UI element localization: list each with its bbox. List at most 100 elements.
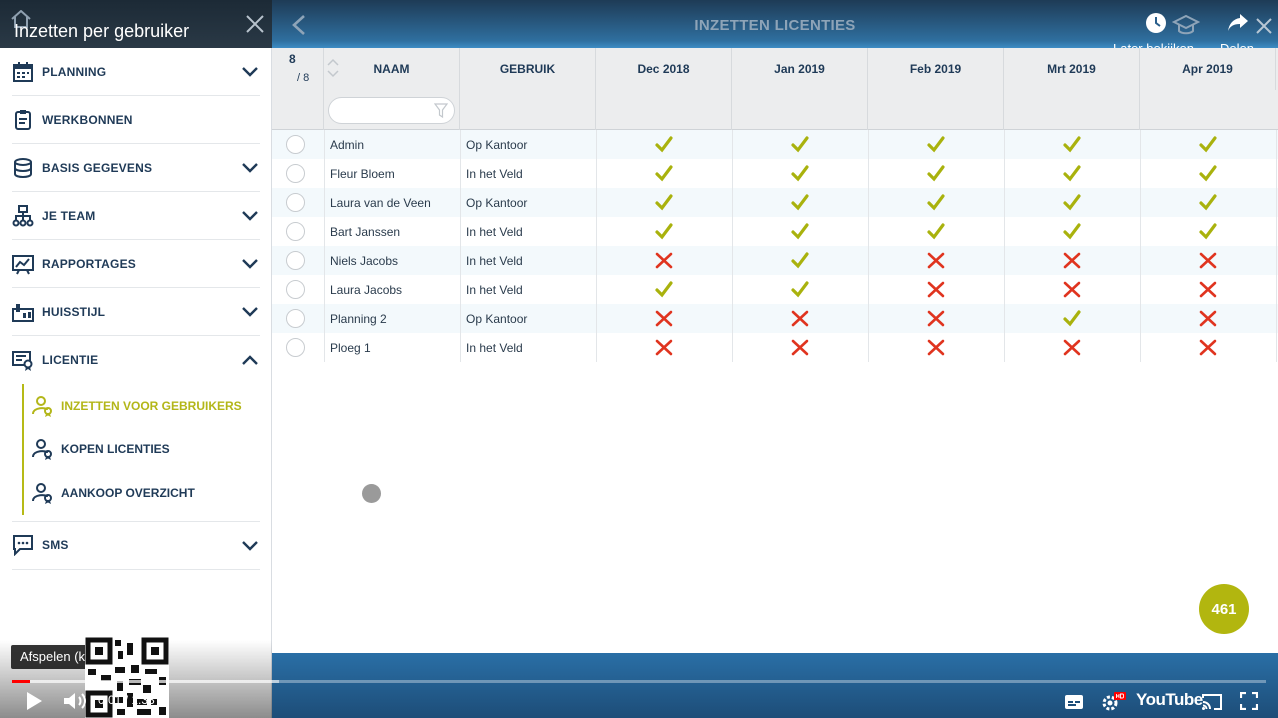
cross-icon[interactable] — [927, 339, 945, 356]
sidebar-item-sms[interactable]: SMS — [12, 522, 260, 570]
check-icon[interactable] — [791, 281, 809, 298]
submenu-item-kopen-licenties[interactable]: KOPEN LICENTIES — [24, 428, 260, 472]
check-icon[interactable] — [927, 223, 945, 240]
row-select-radio[interactable] — [286, 164, 305, 183]
column-divider — [868, 188, 869, 217]
cross-icon[interactable] — [1199, 281, 1217, 298]
chevron-down-icon[interactable] — [240, 206, 260, 226]
column-header-name[interactable]: NAAM — [324, 48, 460, 90]
chevron-down-icon[interactable] — [240, 254, 260, 274]
chevron-down-icon[interactable] — [240, 536, 260, 556]
row-select-radio[interactable] — [286, 193, 305, 212]
cross-icon[interactable] — [655, 252, 673, 269]
team-icon — [12, 204, 34, 226]
check-icon[interactable] — [1063, 165, 1081, 182]
check-icon[interactable] — [1199, 194, 1217, 211]
cross-icon[interactable] — [791, 310, 809, 327]
cross-icon[interactable] — [655, 310, 673, 327]
column-header-month[interactable]: Apr 2019 — [1140, 48, 1276, 90]
row-select-radio[interactable] — [286, 251, 305, 270]
cross-icon[interactable] — [655, 339, 673, 356]
cross-icon[interactable] — [927, 310, 945, 327]
check-icon[interactable] — [1063, 310, 1081, 327]
check-icon[interactable] — [1063, 223, 1081, 240]
check-icon[interactable] — [655, 165, 673, 182]
table-row[interactable]: Laura Jacobs In het Veld — [272, 275, 1278, 304]
table-row[interactable]: Laura van de Veen Op Kantoor — [272, 188, 1278, 217]
graduation-cap-icon[interactable] — [1172, 14, 1200, 38]
youtube-logo[interactable]: YouTube — [1136, 690, 1203, 710]
sidebar-item-basis-gegevens[interactable]: BASIS GEGEVENS — [12, 144, 260, 192]
name-filter-input[interactable] — [328, 97, 455, 124]
sidebar-item-planning[interactable]: PLANNING — [12, 48, 260, 96]
sidebar-item-licentie[interactable]: LICENTIE — [12, 336, 260, 384]
check-icon[interactable] — [927, 165, 945, 182]
check-icon[interactable] — [791, 165, 809, 182]
table-row[interactable]: Admin Op Kantoor — [272, 130, 1278, 159]
filter-cell — [1004, 90, 1140, 130]
filter-icon[interactable] — [434, 103, 448, 119]
check-icon[interactable] — [655, 281, 673, 298]
fullscreen-icon[interactable] — [1240, 692, 1258, 710]
check-icon[interactable] — [791, 136, 809, 153]
row-count-total: / 8 — [297, 72, 310, 84]
check-icon[interactable] — [927, 194, 945, 211]
cross-icon[interactable] — [1063, 339, 1081, 356]
check-icon[interactable] — [1063, 194, 1081, 211]
cast-icon[interactable] — [1201, 693, 1223, 711]
cross-icon[interactable] — [927, 281, 945, 298]
column-header-month[interactable]: Feb 2019 — [868, 48, 1004, 90]
chevron-down-icon[interactable] — [240, 62, 260, 82]
subtitles-icon[interactable] — [1064, 694, 1084, 710]
row-select-radio[interactable] — [286, 280, 305, 299]
row-name: Laura Jacobs — [330, 283, 403, 297]
count-badge[interactable]: 461 — [1199, 584, 1249, 634]
settings-hd-icon[interactable] — [1100, 692, 1126, 712]
submenu-item-inzetten[interactable]: INZETTEN VOOR GEBRUIKERS — [24, 384, 260, 428]
submenu-item-aankoop-overzicht[interactable]: AANKOOP OVERZICHT — [24, 471, 260, 515]
check-icon[interactable] — [1199, 136, 1217, 153]
table-row[interactable]: Planning 2 Op Kantoor — [272, 304, 1278, 333]
check-icon[interactable] — [655, 223, 673, 240]
table-row[interactable]: Ploeg 1 In het Veld — [272, 333, 1278, 362]
check-icon[interactable] — [927, 136, 945, 153]
check-icon[interactable] — [791, 252, 809, 269]
chevron-down-icon[interactable] — [240, 302, 260, 322]
close-icon[interactable] — [244, 13, 266, 35]
cross-icon[interactable] — [1199, 252, 1217, 269]
row-select-radio[interactable] — [286, 309, 305, 328]
check-icon[interactable] — [655, 136, 673, 153]
check-icon[interactable] — [1199, 223, 1217, 240]
cross-icon[interactable] — [1063, 252, 1081, 269]
table-row[interactable]: Bart Janssen In het Veld — [272, 217, 1278, 246]
check-icon[interactable] — [655, 194, 673, 211]
check-icon[interactable] — [1199, 165, 1217, 182]
chevron-up-icon[interactable] — [240, 350, 260, 370]
table-row[interactable]: Fleur Bloem In het Veld — [272, 159, 1278, 188]
row-select-radio[interactable] — [286, 135, 305, 154]
close-icon[interactable] — [1253, 15, 1275, 37]
row-select-radio[interactable] — [286, 338, 305, 357]
column-header-month[interactable]: Jan 2019 — [732, 48, 868, 90]
check-icon[interactable] — [791, 223, 809, 240]
row-select-radio[interactable] — [286, 222, 305, 241]
play-icon[interactable] — [24, 690, 44, 712]
column-header-usage[interactable]: GEBRUIK — [460, 48, 596, 90]
volume-icon[interactable] — [62, 690, 88, 712]
sidebar-item-je-team[interactable]: JE TEAM — [12, 192, 260, 240]
check-icon[interactable] — [1063, 136, 1081, 153]
cross-icon[interactable] — [1063, 281, 1081, 298]
progress-bar[interactable] — [12, 680, 1266, 683]
sidebar-item-werkbonnen[interactable]: WERKBONNEN — [12, 96, 260, 144]
cross-icon[interactable] — [1199, 310, 1217, 327]
sidebar-item-huisstijl[interactable]: HUISSTIJL — [12, 288, 260, 336]
cross-icon[interactable] — [791, 339, 809, 356]
column-header-month[interactable]: Mrt 2019 — [1004, 48, 1140, 90]
chevron-down-icon[interactable] — [240, 158, 260, 178]
check-icon[interactable] — [791, 194, 809, 211]
column-header-month[interactable]: Dec 2018 — [596, 48, 732, 90]
table-row[interactable]: Niels Jacobs In het Veld — [272, 246, 1278, 275]
cross-icon[interactable] — [1199, 339, 1217, 356]
sidebar-item-rapportages[interactable]: RAPPORTAGES — [12, 240, 260, 288]
cross-icon[interactable] — [927, 252, 945, 269]
